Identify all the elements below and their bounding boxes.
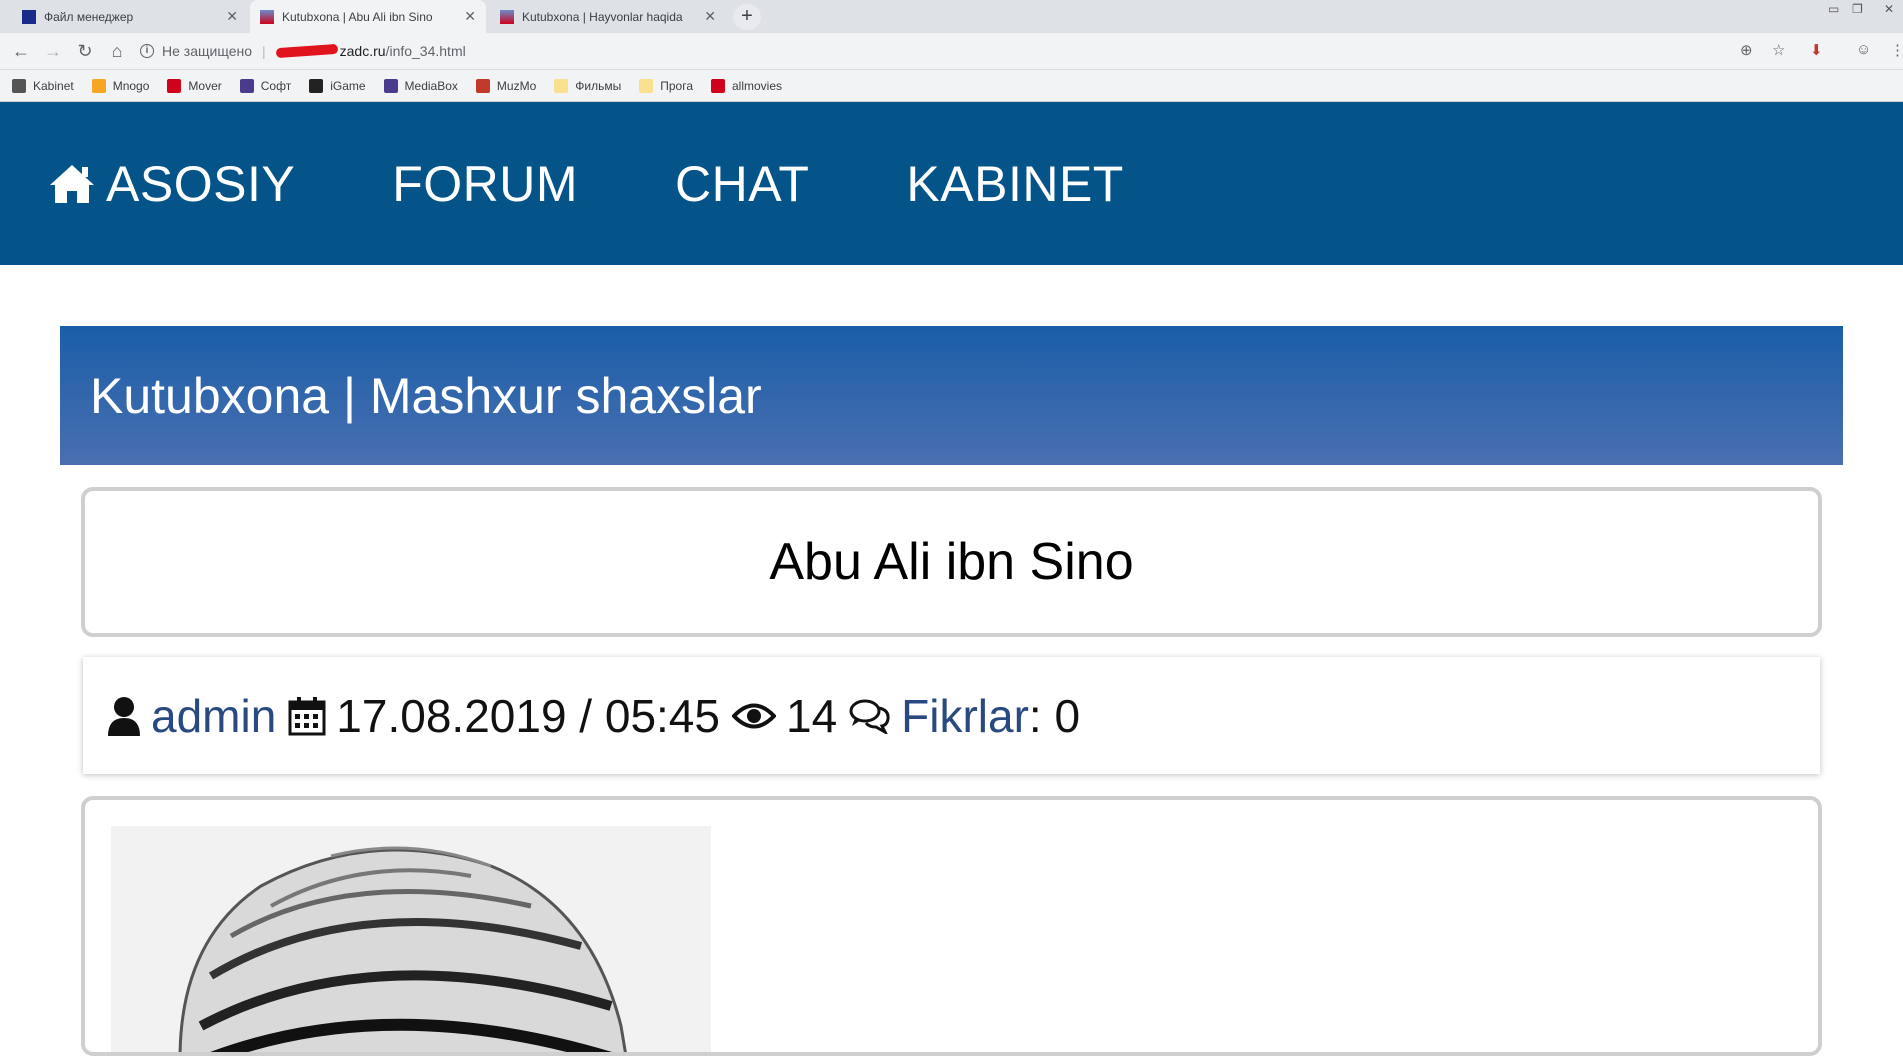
bookmark-label: Mnogo: [112, 78, 150, 93]
browser-tab-active[interactable]: Kutubxona | Abu Ali ibn Sino ✕: [250, 0, 486, 33]
bookmark-favicon-icon: [239, 78, 254, 93]
bookmark-item[interactable]: MediaBox: [383, 78, 458, 93]
bookmark-label: Софт: [260, 78, 292, 93]
bookmark-label: Kabinet: [33, 78, 74, 93]
view-count: 14: [785, 689, 838, 742]
restore-icon[interactable]: ❐: [1852, 2, 1863, 16]
bookmark-label: MediaBox: [404, 78, 458, 93]
portrait-image: [111, 826, 711, 1052]
bookmark-label: MuzMo: [496, 78, 537, 93]
bookmark-star-icon[interactable]: ☆: [1772, 41, 1785, 59]
reload-icon[interactable]: ↻: [74, 41, 96, 63]
bookmark-item[interactable]: MuzMo: [475, 78, 537, 93]
eye-icon: [731, 701, 776, 731]
nav-label: FORUM: [392, 155, 578, 212]
zoom-icon[interactable]: ⊕: [1740, 41, 1753, 59]
close-icon[interactable]: ✕: [226, 8, 238, 25]
site-nav: ASOSIY FORUM CHAT KABINET: [0, 102, 1903, 265]
browser-tab[interactable]: Kutubxona | Hayvonlar haqida ✕: [490, 0, 726, 33]
site-favicon-icon: [260, 9, 274, 24]
bookmark-favicon-icon: [711, 78, 725, 93]
article-title-box: Abu Ali ibn Sino: [81, 487, 1822, 637]
bookmark-favicon-icon: [639, 78, 654, 93]
divider: |: [262, 43, 266, 59]
bookmark-favicon-icon: [91, 78, 106, 93]
calendar-icon: [288, 696, 326, 736]
bookmark-item[interactable]: allmovies: [711, 78, 783, 93]
home-icon[interactable]: ⌂: [106, 41, 128, 63]
bookmark-label: Фильмы: [575, 78, 622, 93]
browser-tab[interactable]: Файл менеджер ✕: [12, 0, 248, 33]
bookmark-item[interactable]: Прога: [639, 78, 693, 93]
tab-title: Kutubxona | Abu Ali ibn Sino: [282, 9, 433, 24]
bookmark-favicon-icon: [309, 78, 324, 93]
tab-strip: Файл менеджер ✕ Kutubxona | Abu Ali ibn …: [0, 0, 1903, 33]
article-body: [81, 796, 1822, 1056]
comments-link[interactable]: Fikrlar: [901, 689, 1029, 743]
bookmark-favicon-icon: [475, 78, 490, 93]
comments-icon: [849, 698, 891, 734]
new-tab-button[interactable]: +: [733, 4, 761, 30]
bookmark-item[interactable]: Mnogo: [91, 78, 150, 93]
category-title: Kutubxona | Mashxur shaxslar: [90, 367, 762, 424]
nav-link-kabinet[interactable]: KABINET: [906, 155, 1123, 213]
menu-icon[interactable]: ⋮: [1890, 41, 1903, 59]
home-icon: [50, 164, 94, 203]
article-title: Abu Ali ibn Sino: [769, 533, 1134, 591]
nav-link-forum[interactable]: FORUM: [392, 155, 578, 213]
tab-title: Kutubxona | Hayvonlar haqida: [522, 9, 683, 24]
download-extension-icon[interactable]: ⬇: [1810, 41, 1823, 59]
bookmarks-bar: Kabinet Mnogo Mover Софт iGame MediaBox MuzMo Ф…: [0, 70, 1903, 102]
bookmark-item[interactable]: Kabinet: [12, 78, 74, 93]
comments-count: : 0: [1028, 689, 1081, 742]
close-icon[interactable]: ✕: [464, 8, 476, 25]
bookmark-favicon-icon: [383, 78, 398, 93]
bookmark-item[interactable]: iGame: [309, 78, 366, 93]
bookmark-label: Прога: [660, 78, 693, 93]
nav-link-asosiy[interactable]: ASOSIY: [48, 155, 295, 213]
bookmark-label: allmovies: [732, 78, 783, 93]
forward-icon[interactable]: →: [42, 41, 64, 63]
author-link[interactable]: admin: [151, 689, 276, 743]
info-icon[interactable]: i: [140, 44, 154, 58]
back-icon[interactable]: ←: [10, 41, 32, 63]
bookmark-label: Mover: [188, 78, 222, 93]
security-status: Не защищено: [162, 43, 252, 59]
nav-label: KABINET: [906, 155, 1124, 212]
article-meta: admin 17.08.2019 / 05:45 14 Fikrlar : 0: [83, 657, 1820, 774]
bookmark-item[interactable]: Mover: [167, 78, 222, 93]
tab-title: Файл менеджер: [44, 9, 134, 24]
bookmark-favicon-icon: [554, 78, 569, 93]
category-header: Kutubxona | Mashxur shaxslar: [60, 326, 1843, 465]
close-icon[interactable]: ✕: [704, 8, 716, 25]
redacted-mark: [275, 43, 338, 59]
bookmark-item[interactable]: Фильмы: [554, 78, 622, 93]
nav-label: CHAT: [675, 155, 810, 212]
address-bar: ← → ↻ ⌂ i Не защищено | zadc.ru /info_34…: [0, 33, 1903, 70]
profile-emoji-icon[interactable]: ☺: [1856, 41, 1871, 58]
user-icon: [107, 696, 141, 736]
nav-label: ASOSIY: [106, 155, 296, 212]
post-date: 17.08.2019 / 05:45: [336, 689, 720, 742]
url-path: /info_34.html: [385, 43, 466, 59]
file-manager-favicon-icon: [22, 9, 36, 24]
bookmark-label: iGame: [330, 78, 366, 93]
close-window-icon[interactable]: ✕: [1884, 2, 1894, 16]
bookmark-favicon-icon: [167, 78, 182, 93]
bookmark-item[interactable]: Софт: [239, 78, 292, 93]
url-input[interactable]: i Не защищено | zadc.ru /info_34.html: [140, 37, 1740, 65]
nav-link-chat[interactable]: CHAT: [675, 155, 809, 213]
bookmark-favicon-icon: [12, 78, 26, 93]
url-host: zadc.ru: [339, 43, 386, 59]
minimize-icon[interactable]: ▭: [1828, 2, 1839, 16]
site-favicon-icon: [500, 9, 514, 24]
